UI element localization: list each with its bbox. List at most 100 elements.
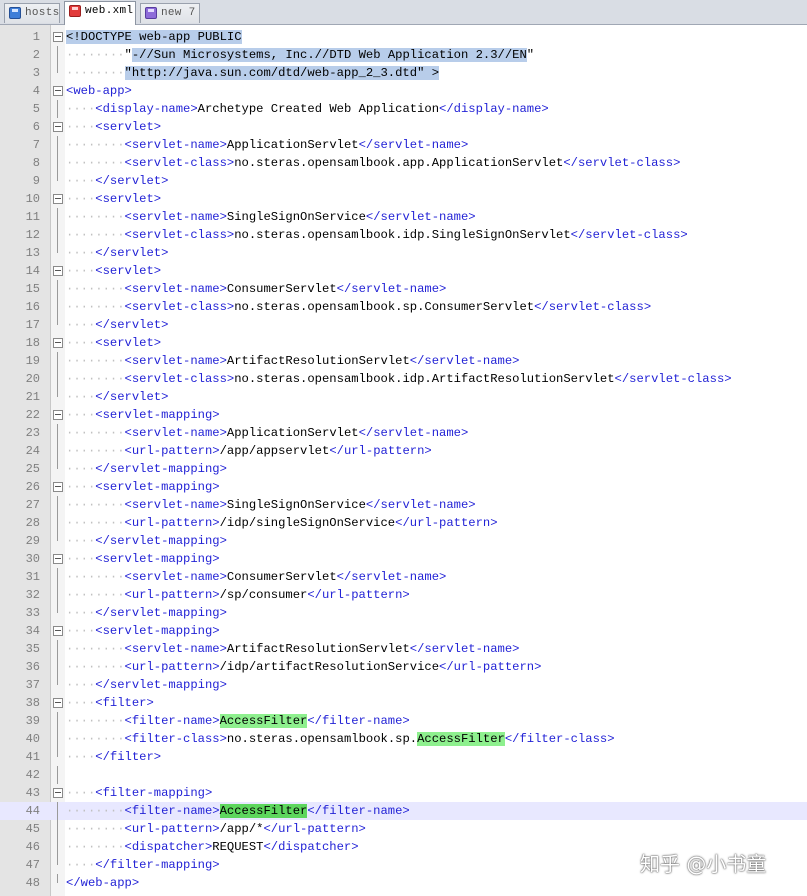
- text-token: /sp/consumer: [219, 588, 308, 602]
- fold-toggle-icon[interactable]: [53, 554, 63, 564]
- line-number: 25: [25, 462, 40, 476]
- code-line[interactable]: 2 ········"-//Sun Microsystems, Inc.//DTD…: [0, 46, 807, 64]
- xml-tag: <dispatcher>: [124, 840, 213, 854]
- line-number: 31: [25, 570, 40, 584]
- fold-toggle-icon[interactable]: [53, 266, 63, 276]
- code-line[interactable]: 24 ········<url-pattern>/app/appservlet</…: [0, 442, 807, 460]
- fold-toggle-icon[interactable]: [53, 86, 63, 96]
- code-line[interactable]: 40 ········<filter-class>no.steras.opensa…: [0, 730, 807, 748]
- tab-hosts[interactable]: hosts: [4, 3, 60, 23]
- code-line[interactable]: 17 ····</servlet>: [0, 316, 807, 334]
- code-line[interactable]: 27 ········<servlet-name>SingleSignOnServ…: [0, 496, 807, 514]
- line-number: 30: [25, 552, 40, 566]
- tab-label: web.xml: [85, 5, 134, 17]
- code-line[interactable]: 30 ····<servlet-mapping>: [0, 550, 807, 568]
- whitespace-marker: ····: [66, 624, 96, 638]
- code-line[interactable]: 38 ····<filter>: [0, 694, 807, 712]
- code-line[interactable]: 15 ········<servlet-name>ConsumerServlet<…: [0, 280, 807, 298]
- whitespace-marker: ····: [66, 318, 96, 332]
- xml-tag: <servlet-name>: [124, 426, 227, 440]
- code-line[interactable]: 44 ········<filter-name>AccessFilter</fil…: [0, 802, 807, 820]
- line-text: ········<servlet-class>no.steras.opensam…: [66, 370, 732, 388]
- fold-toggle-icon[interactable]: [53, 122, 63, 132]
- code-line[interactable]: 31 ········<servlet-name>ConsumerServlet<…: [0, 568, 807, 586]
- fold-guide: [57, 820, 58, 838]
- code-line[interactable]: 23 ········<servlet-name>ApplicationServl…: [0, 424, 807, 442]
- code-line[interactable]: 4 <web-app>: [0, 82, 807, 100]
- code-line[interactable]: 33 ····</servlet-mapping>: [0, 604, 807, 622]
- xml-tag: <servlet-name>: [124, 282, 227, 296]
- code-line[interactable]: 35 ········<servlet-name>ArtifactResoluti…: [0, 640, 807, 658]
- xml-tag: </servlet-name>: [409, 354, 520, 368]
- code-line[interactable]: 39 ········<filter-name>AccessFilter</fil…: [0, 712, 807, 730]
- code-line[interactable]: 6 ····<servlet>: [0, 118, 807, 136]
- code-line[interactable]: 37 ····</servlet-mapping>: [0, 676, 807, 694]
- fold-toggle-icon[interactable]: [53, 32, 63, 42]
- line-text: ········<servlet-name>SingleSignOnServic…: [66, 208, 476, 226]
- line-number: 11: [25, 210, 40, 224]
- code-line[interactable]: 42: [0, 766, 807, 784]
- code-line[interactable]: 12 ········<servlet-class>no.steras.opens…: [0, 226, 807, 244]
- fold-toggle-icon[interactable]: [53, 626, 63, 636]
- fold-toggle-icon[interactable]: [53, 194, 63, 204]
- modified-save-icon: [69, 5, 81, 17]
- line-text: ········<url-pattern>/app/*</url-pattern…: [66, 820, 366, 838]
- code-line[interactable]: 10 ····<servlet>: [0, 190, 807, 208]
- fold-toggle-icon[interactable]: [53, 698, 63, 708]
- code-line[interactable]: 5 ····<display-name>Archetype Created Web…: [0, 100, 807, 118]
- code-line[interactable]: 14 ····<servlet>: [0, 262, 807, 280]
- code-line[interactable]: 28 ········<url-pattern>/idp/singleSignOn…: [0, 514, 807, 532]
- line-text: ········<servlet-class>no.steras.opensam…: [66, 226, 688, 244]
- code-line[interactable]: 18 ····<servlet>: [0, 334, 807, 352]
- code-line[interactable]: 3 ········"http://java.sun.com/dtd/web-ap…: [0, 64, 807, 82]
- search-highlight: AccessFilter: [219, 714, 308, 728]
- code-line[interactable]: 7 ········<servlet-name>ApplicationServle…: [0, 136, 807, 154]
- fold-toggle-icon[interactable]: [53, 788, 63, 798]
- tab-web-xml[interactable]: web.xml: [64, 1, 136, 25]
- fold-guide: [57, 136, 58, 154]
- fold-guide: [57, 604, 58, 613]
- code-line[interactable]: 41 ····</filter>: [0, 748, 807, 766]
- code-editor[interactable]: 1 <!DOCTYPE web-app PUBLIC 2 ········"-//Su…: [0, 25, 807, 896]
- code-line[interactable]: 9 ····</servlet>: [0, 172, 807, 190]
- fold-guide: [57, 64, 58, 73]
- line-text: ····</servlet>: [66, 172, 168, 190]
- line-text: ····<servlet>: [66, 118, 161, 136]
- code-line[interactable]: 8 ········<servlet-class>no.steras.opensa…: [0, 154, 807, 172]
- code-line[interactable]: 1 <!DOCTYPE web-app PUBLIC: [0, 28, 807, 46]
- line-number: 24: [25, 444, 40, 458]
- line-number: 44: [25, 804, 40, 818]
- xml-tag: <servlet-class>: [124, 300, 235, 314]
- xml-tag: </servlet>: [95, 318, 169, 332]
- whitespace-marker: ········: [66, 804, 125, 818]
- line-number: 8: [32, 156, 40, 170]
- fold-toggle-icon[interactable]: [53, 410, 63, 420]
- code-line[interactable]: 26 ····<servlet-mapping>: [0, 478, 807, 496]
- code-line[interactable]: 22 ····<servlet-mapping>: [0, 406, 807, 424]
- code-line[interactable]: 34 ····<servlet-mapping>: [0, 622, 807, 640]
- whitespace-marker: ········: [66, 570, 125, 584]
- code-line[interactable]: 13 ····</servlet>: [0, 244, 807, 262]
- xml-tag: <servlet>: [95, 336, 162, 350]
- tab-new-7[interactable]: new 7: [140, 3, 200, 23]
- line-number: 29: [25, 534, 40, 548]
- code-line[interactable]: 11 ········<servlet-name>SingleSignOnServ…: [0, 208, 807, 226]
- fold-toggle-icon[interactable]: [53, 338, 63, 348]
- code-line[interactable]: 20 ········<servlet-class>no.steras.opens…: [0, 370, 807, 388]
- code-line[interactable]: 43 ····<filter-mapping>: [0, 784, 807, 802]
- fold-toggle-icon[interactable]: [53, 482, 63, 492]
- code-line[interactable]: 16 ········<servlet-class>no.steras.opens…: [0, 298, 807, 316]
- whitespace-marker: ········: [66, 840, 125, 854]
- xml-tag: <url-pattern>: [124, 822, 220, 836]
- xml-tag: </servlet>: [95, 246, 169, 260]
- line-text: ····<servlet>: [66, 262, 161, 280]
- code-line[interactable]: 21 ····</servlet>: [0, 388, 807, 406]
- code-line[interactable]: 36 ········<url-pattern>/idp/artifactReso…: [0, 658, 807, 676]
- line-text: ········<servlet-name>ConsumerServlet</s…: [66, 280, 446, 298]
- code-line[interactable]: 45 ········<url-pattern>/app/*</url-patte…: [0, 820, 807, 838]
- code-line[interactable]: 25 ····</servlet-mapping>: [0, 460, 807, 478]
- code-line[interactable]: 19 ········<servlet-name>ArtifactResoluti…: [0, 352, 807, 370]
- code-line[interactable]: 29 ····</servlet-mapping>: [0, 532, 807, 550]
- whitespace-marker: ····: [66, 336, 96, 350]
- code-line[interactable]: 32 ········<url-pattern>/sp/consumer</url…: [0, 586, 807, 604]
